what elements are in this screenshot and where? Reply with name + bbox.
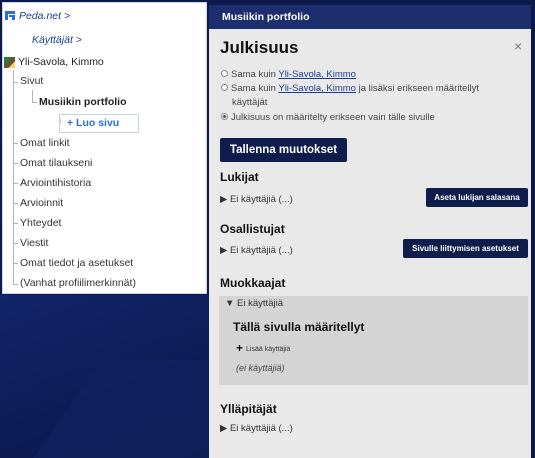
radio-option-custom[interactable]: Julkisuus on määritelty erikseen vain tä… <box>221 111 435 124</box>
sidebar-item-sivut[interactable]: Sivut <box>20 75 43 87</box>
breadcrumb-kayttajat[interactable]: Käyttäjät > <box>32 34 82 46</box>
tree-branch <box>32 102 37 103</box>
tree-branch <box>13 243 18 244</box>
radio-button[interactable] <box>221 70 228 77</box>
dialog-title: Julkisuus <box>220 38 299 57</box>
sidebar-item-vanhat-merkinnat[interactable]: (Vanhat profiilimerkinnät) <box>20 277 136 289</box>
add-users-label: Lisää käyttäjiä <box>246 346 291 353</box>
radio-label: ja lisäksi erikseen määritellyt <box>355 83 479 94</box>
save-changes-button[interactable]: Tallenna muutokset <box>220 138 347 162</box>
no-users-text: (ei käyttäjiä) <box>236 363 285 373</box>
add-users-button[interactable]: + Lisää käyttäjiä <box>236 341 290 355</box>
tree-branch <box>13 82 18 83</box>
sidebar-item-omat-tiedot[interactable]: Omat tiedot ja asetukset <box>20 257 133 269</box>
tree-branch <box>13 143 18 144</box>
section-title-osallistujat: Osallistujat <box>220 222 285 236</box>
tree-branch <box>13 284 18 285</box>
pedanet-logo-icon <box>5 11 15 20</box>
tree-branch <box>13 223 18 224</box>
participants-toggle[interactable]: ▶ Ei käyttäjiä (...) <box>220 245 293 256</box>
create-page-button[interactable]: + Luo sivu <box>67 117 119 129</box>
sidebar-item-omat-linkit[interactable]: Omat linkit <box>20 137 70 149</box>
editors-toggle[interactable]: ▼ Ei käyttäjiä <box>225 298 283 309</box>
join-settings-button[interactable]: Sivulle liittymisen asetukset <box>403 239 528 258</box>
sidebar-item-current-page[interactable]: Musiikin portfolio <box>39 96 127 108</box>
radio-button-selected[interactable] <box>221 113 228 120</box>
radio-label: Sama kuin <box>231 83 279 94</box>
tree-line <box>60 118 61 125</box>
panel-header: Musiikin portfolio <box>209 5 531 29</box>
breadcrumb-pedanet[interactable]: Peda.net > <box>19 10 70 22</box>
user-avatar-icon <box>4 57 15 68</box>
sidebar-item-omat-tilaukseni[interactable]: Omat tilaukseni <box>20 157 92 169</box>
radio-button[interactable] <box>221 84 228 91</box>
tree-line <box>32 90 33 102</box>
sidebar-user-name[interactable]: Yli-Savola, Kimmo <box>18 56 104 68</box>
tree-branch <box>13 163 18 164</box>
editors-subtitle: Tällä sivulla määritellyt <box>233 320 365 334</box>
section-title-yllapitajat: Ylläpitäjät <box>220 402 277 416</box>
user-link[interactable]: Yli-Savola, Kimmo <box>278 83 356 94</box>
radio-option-same-plus[interactable]: Sama kuin Yli-Savola, Kimmo ja lisäksi e… <box>221 82 479 95</box>
set-reader-password-button[interactable]: Aseta lukijan salasana <box>426 188 528 207</box>
radio-label-continued: käyttäjät <box>232 97 268 108</box>
section-title-muokkaajat: Muokkaajat <box>220 276 286 290</box>
sidebar-item-viestit[interactable]: Viestit <box>20 237 48 249</box>
sidebar-item-yhteydet[interactable]: Yhteydet <box>20 217 61 229</box>
radio-label: Julkisuus on määritelty erikseen vain tä… <box>231 112 435 123</box>
sidebar-item-arviointihistoria[interactable]: Arviointihistoria <box>20 177 91 189</box>
tree-branch <box>13 203 18 204</box>
radio-option-same[interactable]: Sama kuin Yli-Savola, Kimmo <box>221 68 356 81</box>
tree-branch <box>13 263 18 264</box>
radio-label: Sama kuin <box>231 69 279 80</box>
plus-icon: + <box>236 341 244 355</box>
section-title-lukijat: Lukijat <box>220 170 259 184</box>
user-link[interactable]: Yli-Savola, Kimmo <box>278 69 356 80</box>
admins-toggle[interactable]: ▶ Ei käyttäjiä (...) <box>220 423 293 434</box>
close-icon[interactable]: × <box>514 38 522 54</box>
tree-line <box>13 70 14 285</box>
sidebar-item-arvioinnit[interactable]: Arvioinnit <box>20 197 63 209</box>
tree-branch <box>13 183 18 184</box>
readers-toggle[interactable]: ▶ Ei käyttäjiä (...) <box>220 194 293 205</box>
